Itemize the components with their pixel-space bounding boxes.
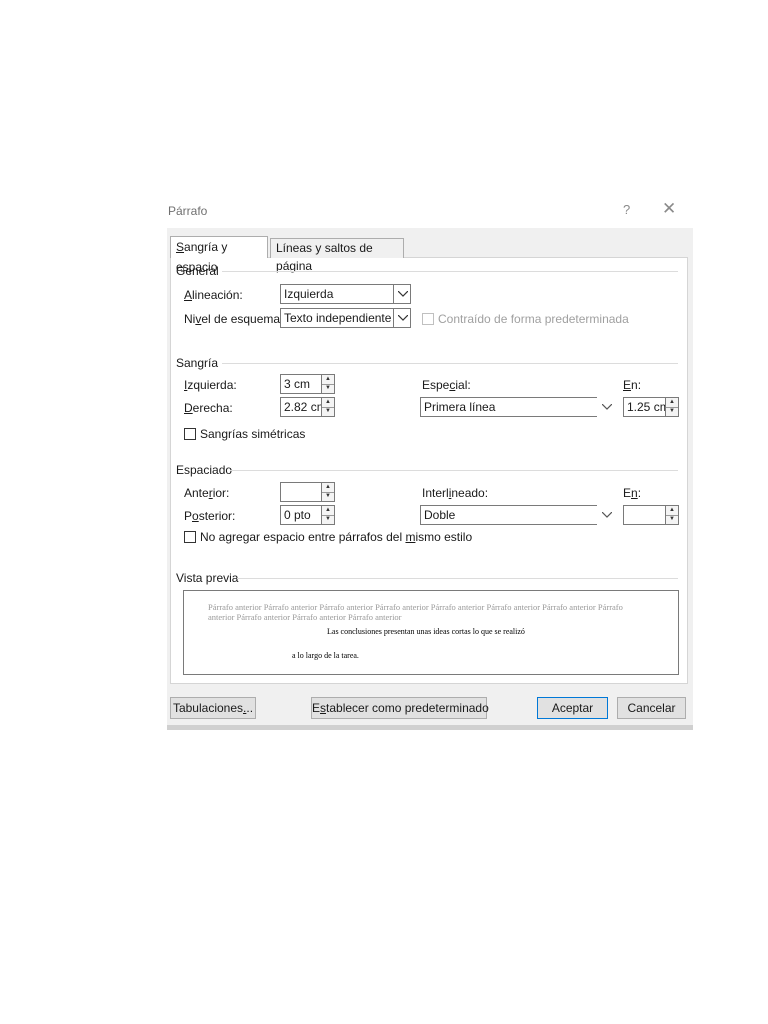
- section-preview: Vista previa: [176, 571, 239, 585]
- line-spacing-at-spinner[interactable]: ▲ ▼: [623, 505, 679, 525]
- help-icon[interactable]: ?: [623, 202, 630, 217]
- chevron-down-icon[interactable]: [393, 308, 411, 328]
- chevron-down-icon[interactable]: [597, 397, 615, 417]
- collapsed-default-checkbox[interactable]: [422, 313, 434, 325]
- outline-level-select[interactable]: Texto independiente: [280, 308, 411, 328]
- spacing-after-label: Posterior:: [184, 509, 236, 523]
- dialog-bottom-shadow: [167, 725, 693, 730]
- close-icon[interactable]: ✕: [662, 199, 676, 219]
- no-space-same-style-checkbox[interactable]: [184, 531, 196, 543]
- spinner-arrows-icon[interactable]: ▲ ▼: [321, 374, 335, 394]
- alignment-label: Alineación:: [184, 288, 243, 302]
- tab-indent-spacing[interactable]: Sangría y espacio: [170, 236, 268, 274]
- collapsed-default-label: Contraído de forma predeterminada: [438, 312, 629, 326]
- chevron-down-icon[interactable]: [393, 284, 411, 304]
- spinner-arrows-icon[interactable]: ▲ ▼: [321, 482, 335, 502]
- left-indent-label: Izquierda:: [184, 378, 237, 392]
- indent-by-spinner[interactable]: 1.25 cm ▲ ▼: [623, 397, 679, 417]
- general-divider: [222, 271, 678, 272]
- mirror-indents-label: Sangrías simétricas: [200, 427, 306, 441]
- preview-divider: [237, 578, 678, 579]
- outline-level-label: Nivel de esquema:: [184, 312, 284, 326]
- special-label: Especial:: [422, 378, 471, 392]
- at-label: En:: [623, 486, 642, 500]
- preview-line-1: Las conclusiones presentan unas ideas co…: [327, 627, 525, 636]
- special-indent-select[interactable]: Primera línea: [420, 397, 615, 417]
- dialog-title: Párrafo: [168, 204, 208, 218]
- set-default-button[interactable]: Establecer como predeterminado: [311, 697, 489, 719]
- alignment-select[interactable]: Izquierda: [280, 284, 411, 304]
- section-indent: Sangría: [176, 356, 219, 370]
- spinner-arrows-icon[interactable]: ▲ ▼: [665, 397, 679, 417]
- mirror-indents-checkbox[interactable]: [184, 428, 196, 440]
- spinner-arrows-icon[interactable]: ▲ ▼: [321, 397, 335, 417]
- preview-line-2: a lo largo de la tarea.: [292, 651, 359, 660]
- ok-button[interactable]: Aceptar: [537, 697, 608, 719]
- cancel-button[interactable]: Cancelar: [617, 697, 686, 719]
- section-general: General: [176, 264, 219, 278]
- right-indent-spinner[interactable]: 2.82 cm ▲ ▼: [280, 397, 335, 417]
- spinner-arrows-icon[interactable]: ▲ ▼: [321, 505, 335, 525]
- indent-divider: [222, 363, 678, 364]
- spacing-after-spinner[interactable]: 0 pto ▲ ▼: [280, 505, 335, 525]
- right-indent-label: Derecha:: [184, 401, 233, 415]
- spinner-arrows-icon[interactable]: ▲ ▼: [665, 505, 679, 525]
- line-spacing-select[interactable]: Doble: [420, 505, 615, 525]
- spacing-before-spinner[interactable]: ▲ ▼: [280, 482, 335, 502]
- chevron-down-icon[interactable]: [597, 505, 615, 525]
- preview-previous-paragraph: Párrafo anterior Párrafo anterior Párraf…: [208, 602, 623, 622]
- tab-line-page-breaks[interactable]: Líneas y saltos de página: [270, 238, 404, 273]
- tabs-button[interactable]: Tabulaciones...: [170, 697, 256, 719]
- by-label: En:: [623, 378, 642, 392]
- left-indent-spinner[interactable]: 3 cm ▲ ▼: [280, 374, 335, 394]
- section-spacing: Espaciado: [176, 463, 233, 477]
- no-space-same-style-label: No agregar espacio entre párrafos del mi…: [200, 530, 473, 544]
- spacing-divider: [230, 470, 678, 471]
- dialog-titlebar: [167, 196, 693, 228]
- line-spacing-label: Interlineado:: [422, 486, 489, 500]
- spacing-before-label: Anterior:: [184, 486, 230, 500]
